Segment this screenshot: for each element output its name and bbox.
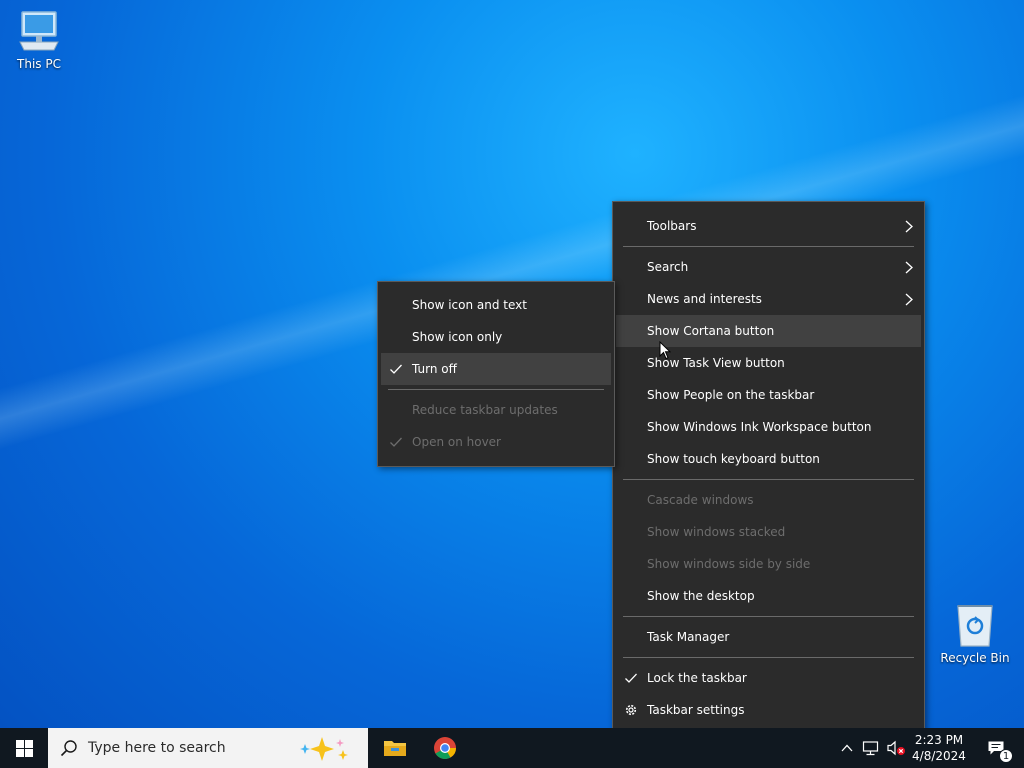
- menu-separator: [623, 479, 914, 480]
- taskbar-search-box[interactable]: Type here to search: [48, 728, 368, 768]
- menu-item-show-touch-keyboard[interactable]: Show touch keyboard button: [616, 443, 921, 475]
- menu-item-label: Taskbar settings: [647, 703, 745, 717]
- menu-item-label: Show Cortana button: [647, 324, 775, 338]
- menu-item-label: Search: [647, 260, 689, 274]
- checkmark-icon: [390, 364, 402, 374]
- menu-item-windows-side-by-side: Show windows side by side: [616, 548, 921, 580]
- menu-item-news-and-interests[interactable]: News and interests: [616, 283, 921, 315]
- menu-item-windows-stacked: Show windows stacked: [616, 516, 921, 548]
- action-center-button[interactable]: 1: [976, 728, 1016, 768]
- file-explorer-taskbar-button[interactable]: [370, 728, 420, 768]
- menu-separator: [623, 657, 914, 658]
- recycle-bin-label: Recycle Bin: [940, 651, 1010, 665]
- submenu-item-show-icon-and-text[interactable]: Show icon and text: [381, 289, 611, 321]
- chevron-up-icon: [841, 744, 853, 752]
- show-hidden-icons-button[interactable]: [836, 728, 858, 768]
- windows-logo-icon: [15, 739, 33, 757]
- menu-item-label: Show icon only: [412, 330, 503, 344]
- gear-icon: [625, 704, 637, 716]
- checkmark-icon: [625, 673, 637, 683]
- submenu-item-show-icon-only[interactable]: Show icon only: [381, 321, 611, 353]
- menu-separator: [388, 389, 604, 390]
- menu-item-label: Show Windows Ink Workspace button: [647, 420, 872, 434]
- chrome-taskbar-button[interactable]: [420, 728, 470, 768]
- mouse-cursor-icon: [659, 341, 671, 360]
- submenu-item-reduce-taskbar-updates: Reduce taskbar updates: [381, 394, 611, 426]
- menu-item-label: Show icon and text: [412, 298, 527, 312]
- menu-item-label: Show touch keyboard button: [647, 452, 820, 466]
- chevron-right-icon: [905, 261, 913, 274]
- menu-item-label: Toolbars: [647, 219, 697, 233]
- menu-item-label: Show windows stacked: [647, 525, 786, 539]
- menu-item-label: Turn off: [412, 362, 457, 376]
- menu-item-show-people[interactable]: Show People on the taskbar: [616, 379, 921, 411]
- taskbar: Type here to search 2:23 PM 4/8/2024 1: [0, 728, 1024, 768]
- menu-item-label: Open on hover: [412, 435, 501, 449]
- menu-item-taskbar-settings[interactable]: Taskbar settings: [616, 694, 921, 726]
- submenu-item-turn-off[interactable]: Turn off: [381, 353, 611, 385]
- network-tray-button[interactable]: [859, 728, 883, 768]
- menu-item-label: Reduce taskbar updates: [412, 403, 558, 417]
- menu-item-label: Show the desktop: [647, 589, 755, 603]
- menu-separator: [623, 616, 914, 617]
- menu-item-label: Cascade windows: [647, 493, 754, 507]
- volume-tray-button[interactable]: [884, 728, 908, 768]
- recycle-bin-icon: [957, 605, 993, 647]
- menu-item-cascade-windows: Cascade windows: [616, 484, 921, 516]
- checkmark-icon: [390, 437, 402, 447]
- search-placeholder: Type here to search: [88, 740, 226, 756]
- menu-item-search[interactable]: Search: [616, 251, 921, 283]
- menu-item-label: Lock the taskbar: [647, 671, 747, 685]
- chevron-right-icon: [905, 220, 913, 233]
- search-highlight-sparkle-icon: [300, 737, 348, 761]
- this-pc-desktop-icon[interactable]: This PC: [1, 10, 77, 71]
- notification-count-badge: 1: [999, 749, 1013, 763]
- computer-icon: [19, 11, 59, 51]
- taskbar-context-menu: Toolbars Search News and interests Show …: [612, 201, 925, 734]
- search-icon: [60, 740, 77, 757]
- menu-item-show-desktop[interactable]: Show the desktop: [616, 580, 921, 612]
- clock-date: 4/8/2024: [912, 749, 966, 763]
- taskbar-clock[interactable]: 2:23 PM 4/8/2024: [908, 728, 970, 768]
- this-pc-label: This PC: [17, 57, 61, 71]
- recycle-bin-desktop-icon[interactable]: Recycle Bin: [937, 602, 1013, 665]
- menu-item-toolbars[interactable]: Toolbars: [616, 210, 921, 242]
- folder-icon: [384, 741, 406, 756]
- menu-item-label: Show People on the taskbar: [647, 388, 815, 402]
- menu-item-task-manager[interactable]: Task Manager: [616, 621, 921, 653]
- submenu-item-open-on-hover: Open on hover: [381, 426, 611, 458]
- network-icon: [862, 741, 879, 756]
- menu-item-label: News and interests: [647, 292, 762, 306]
- menu-item-label: Show windows side by side: [647, 557, 811, 571]
- volume-muted-icon: [887, 740, 905, 756]
- menu-separator: [623, 246, 914, 247]
- clock-time: 2:23 PM: [914, 733, 964, 747]
- chrome-icon: [434, 737, 456, 759]
- menu-item-label: Task Manager: [647, 630, 730, 644]
- menu-item-show-ink-workspace[interactable]: Show Windows Ink Workspace button: [616, 411, 921, 443]
- start-button[interactable]: [0, 728, 48, 768]
- news-and-interests-submenu: Show icon and text Show icon only Turn o…: [377, 281, 615, 467]
- menu-item-lock-taskbar[interactable]: Lock the taskbar: [616, 662, 921, 694]
- chevron-right-icon: [905, 293, 913, 306]
